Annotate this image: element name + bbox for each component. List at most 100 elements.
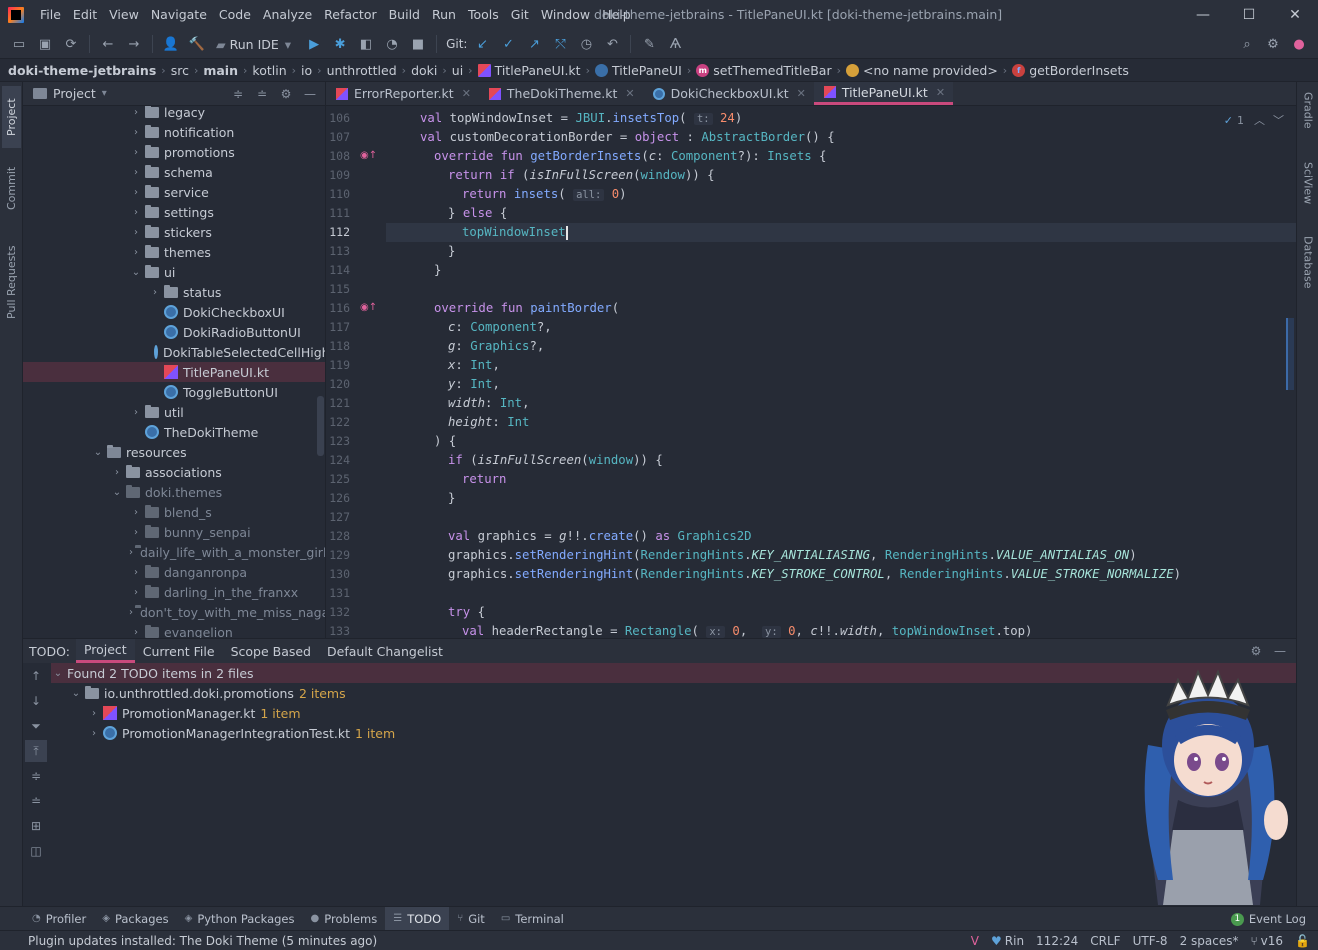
code-line[interactable]: c: Component?, xyxy=(448,318,552,337)
chevron-right-icon[interactable]: › xyxy=(129,527,143,538)
tree-item[interactable]: › schema xyxy=(23,162,325,182)
expand-all-icon[interactable]: ≑ xyxy=(228,85,248,103)
editor-tab[interactable]: TheDokiTheme.kt ✕ xyxy=(479,82,643,105)
open-folder-icon[interactable]: ▭ xyxy=(8,33,30,55)
stop-icon[interactable]: ■ xyxy=(407,33,429,55)
prev-highlight-icon[interactable]: ︿ xyxy=(1254,112,1265,128)
code-line[interactable]: return if (isInFullScreen(window)) { xyxy=(448,166,715,185)
chevron-right-icon[interactable]: › xyxy=(129,607,133,618)
collapse-all-icon[interactable]: ≐ xyxy=(25,790,47,812)
menu-tools[interactable]: Tools xyxy=(462,0,505,30)
tree-item[interactable]: › danganronpa xyxy=(23,562,325,582)
maximize-icon[interactable]: ☐ xyxy=(1226,0,1272,30)
tree-item[interactable]: ›DokiTableSelectedCellHighlighter xyxy=(23,342,325,362)
arrow-down-icon[interactable]: ↓ xyxy=(25,690,47,712)
chevron-right-icon[interactable]: › xyxy=(129,247,143,258)
tree-item[interactable]: › bunny_senpai xyxy=(23,522,325,542)
tab-project[interactable]: Project xyxy=(2,86,21,148)
lock-icon[interactable]: 🔓 xyxy=(1295,934,1310,948)
code-line[interactable]: } else { xyxy=(448,204,507,223)
chevron-down-icon[interactable]: ⌄ xyxy=(69,688,83,699)
tree-item[interactable]: › associations xyxy=(23,462,325,482)
code-line[interactable]: ) { xyxy=(434,432,456,451)
chevron-right-icon[interactable]: › xyxy=(87,708,101,719)
code-line[interactable]: if (isInFullScreen(window)) { xyxy=(448,451,663,470)
preview-pane-icon[interactable]: ◫ xyxy=(25,840,47,862)
next-highlight-icon[interactable]: ﹀ xyxy=(1273,112,1284,128)
hide-icon[interactable]: — xyxy=(300,85,320,103)
breadcrumb-item[interactable]: kotlin xyxy=(252,63,286,78)
theme-widget[interactable]: ♥ Rin xyxy=(991,934,1024,948)
tree-item[interactable]: › stickers xyxy=(23,222,325,242)
caret-position[interactable]: 112:24 xyxy=(1036,934,1078,948)
rollback-icon[interactable]: ↶ xyxy=(601,33,623,55)
chevron-right-icon[interactable]: › xyxy=(129,627,143,638)
code-line[interactable]: x: Int, xyxy=(448,356,500,375)
chevron-right-icon[interactable]: › xyxy=(129,187,143,198)
breadcrumb-item[interactable]: TitlePaneUI xyxy=(594,63,682,78)
breadcrumb-item[interactable]: m setThemedTitleBar xyxy=(696,63,832,78)
filter-icon[interactable]: ⏷ xyxy=(25,715,47,737)
chevron-right-icon[interactable]: › xyxy=(129,507,143,518)
tree-item[interactable]: ⌄ resources xyxy=(23,442,325,462)
chevron-right-icon[interactable]: › xyxy=(148,287,162,298)
breadcrumb-item[interactable]: src xyxy=(171,63,189,78)
chevron-right-icon[interactable]: › xyxy=(129,587,143,598)
todo-tab-current-file[interactable]: Current File xyxy=(135,639,223,663)
code-line[interactable]: val headerRectangle = Rectangle( x: 0, y… xyxy=(462,622,1032,638)
back-icon[interactable]: ← xyxy=(97,33,119,55)
tab-pull-requests[interactable]: Pull Requests xyxy=(2,236,21,328)
chevron-right-icon[interactable]: › xyxy=(129,207,143,218)
chevron-right-icon[interactable]: › xyxy=(110,467,124,478)
code-line[interactable]: override fun getBorderInsets(c: Componen… xyxy=(434,147,826,166)
build-hammer-icon[interactable]: 🔨 xyxy=(186,33,208,55)
arrow-up-icon[interactable]: ↑ xyxy=(25,665,47,687)
breadcrumb-item[interactable]: <no name provided> xyxy=(846,63,998,78)
breadcrumb-item[interactable]: doki-theme-jetbrains xyxy=(8,63,156,78)
tab-database[interactable]: Database xyxy=(1299,236,1317,306)
menu-refactor[interactable]: Refactor xyxy=(318,0,382,30)
todo-item[interactable]: › PromotionManager.kt 1 item xyxy=(51,703,1296,723)
code-line[interactable]: graphics.setRenderingHint(RenderingHints… xyxy=(448,546,1137,565)
git-merge-icon[interactable]: ⤲ xyxy=(549,33,571,55)
chevron-right-icon[interactable]: › xyxy=(129,407,143,418)
code-line[interactable]: return xyxy=(462,470,506,489)
tool-tab-todo[interactable]: ☰ TODO xyxy=(385,907,450,930)
history-icon[interactable]: ◷ xyxy=(575,33,597,55)
tree-item[interactable]: › util xyxy=(23,402,325,422)
preview-source-icon[interactable]: ⤒ xyxy=(25,740,47,762)
code-line[interactable]: val topWindowInset = JBUI.insetsTop( t: … xyxy=(420,109,742,128)
chevron-down-icon[interactable]: ⌄ xyxy=(51,668,65,679)
profile-icon[interactable]: ◔ xyxy=(381,33,403,55)
todo-item[interactable]: ⌄ io.unthrottled.doki.promotions 2 items xyxy=(51,683,1296,703)
tab-gradle[interactable]: Gradle xyxy=(1299,92,1317,148)
save-all-icon[interactable]: ▣ xyxy=(34,33,56,55)
chevron-right-icon[interactable]: › xyxy=(129,567,143,578)
edit-settings-icon[interactable]: ✎ xyxy=(638,33,660,55)
todo-tab-default-changelist[interactable]: Default Changelist xyxy=(319,639,451,663)
breadcrumb-item[interactable]: io xyxy=(301,63,312,78)
git-commit-icon[interactable]: ✓ xyxy=(497,33,519,55)
debug-icon[interactable]: ✱ xyxy=(329,33,351,55)
tool-tab-packages[interactable]: ◈ Packages xyxy=(94,907,176,930)
file-encoding[interactable]: UTF-8 xyxy=(1133,934,1168,948)
menu-file[interactable]: File xyxy=(34,0,67,30)
tree-item[interactable]: › daily_life_with_a_monster_girl xyxy=(23,542,325,562)
tool-tab-python-packages[interactable]: ◈ Python Packages xyxy=(177,907,303,930)
search-icon[interactable]: ⌕ xyxy=(1236,33,1258,55)
tree-item[interactable]: › settings xyxy=(23,202,325,222)
chevron-right-icon[interactable]: › xyxy=(129,167,143,178)
tree-item[interactable]: ›DokiCheckboxUI xyxy=(23,302,325,322)
todo-summary-row[interactable]: ⌄ Found 2 TODO items in 2 files xyxy=(51,663,1296,683)
tree-item[interactable]: › blend_s xyxy=(23,502,325,522)
tree-item[interactable]: › themes xyxy=(23,242,325,262)
menu-build[interactable]: Build xyxy=(383,0,426,30)
chevron-right-icon[interactable]: › xyxy=(129,547,133,558)
tree-item[interactable]: › evangelion xyxy=(23,622,325,638)
tool-tab-problems[interactable]: ● Problems xyxy=(303,907,386,930)
tree-item[interactable]: ›TitlePaneUI.kt xyxy=(23,362,325,382)
gear-icon[interactable]: ⚙ xyxy=(1246,642,1266,660)
tree-item[interactable]: › promotions xyxy=(23,142,325,162)
chevron-right-icon[interactable]: › xyxy=(129,107,143,118)
breadcrumb-item[interactable]: f getBorderInsets xyxy=(1012,63,1129,78)
